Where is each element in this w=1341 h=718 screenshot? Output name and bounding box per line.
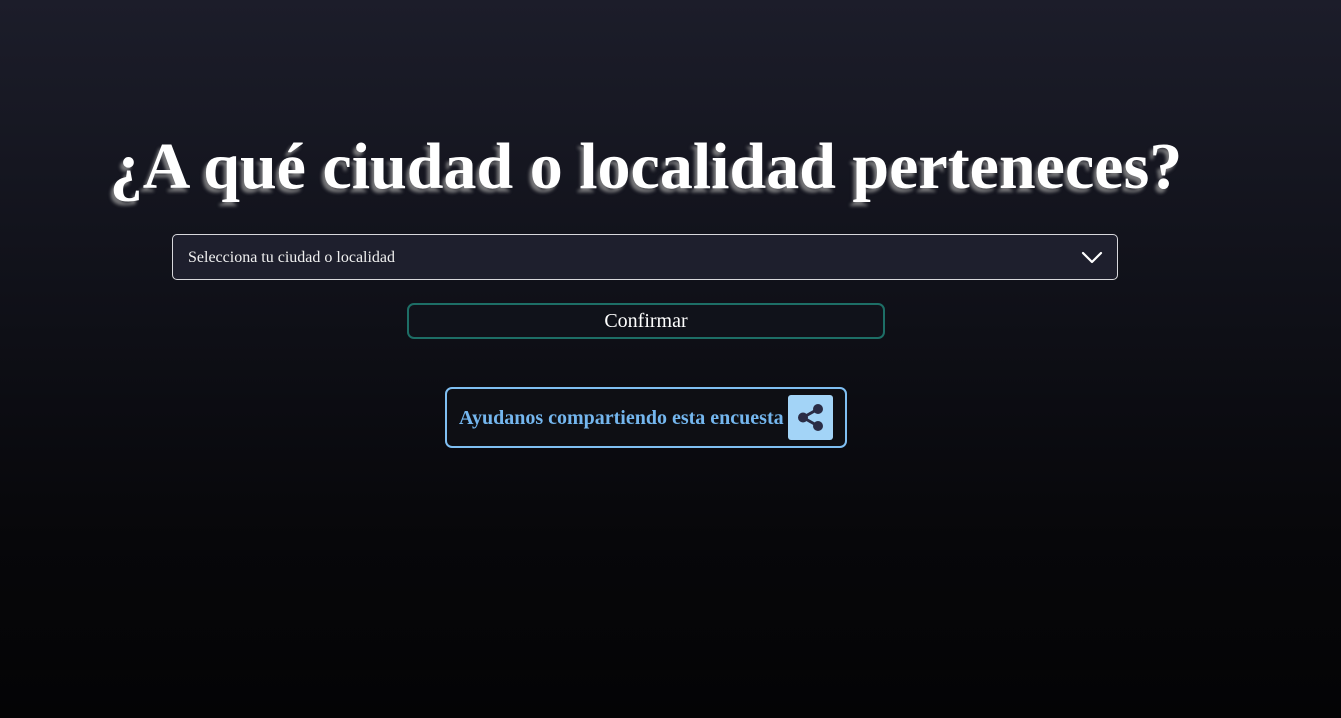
- share-button-label: Ayudanos compartiendo esta encuesta: [459, 407, 784, 429]
- share-survey-button[interactable]: Ayudanos compartiendo esta encuesta: [445, 387, 847, 448]
- page-title: ¿A qué ciudad o localidad perteneces?: [109, 130, 1183, 203]
- city-select[interactable]: Selecciona tu ciudad o localidad: [172, 234, 1118, 280]
- confirm-button[interactable]: Confirmar: [407, 303, 885, 339]
- city-select-value: Selecciona tu ciudad o localidad: [188, 249, 396, 266]
- share-icon[interactable]: [788, 395, 833, 440]
- survey-page: ¿A qué ciudad o localidad perteneces? Se…: [0, 0, 1341, 718]
- chevron-down-icon: [1081, 249, 1103, 265]
